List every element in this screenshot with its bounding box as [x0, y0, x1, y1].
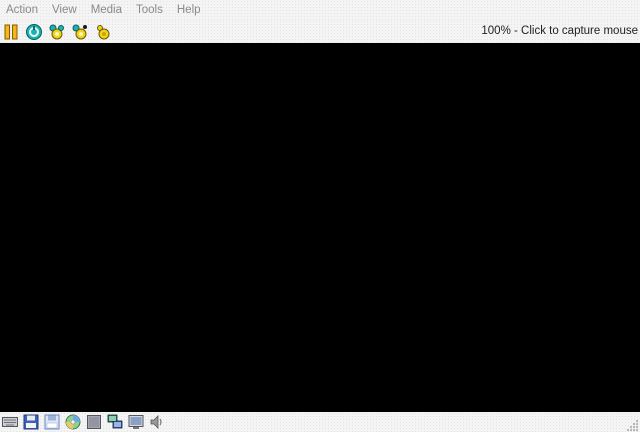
hard-disk-status[interactable] [85, 413, 103, 431]
menu-view[interactable]: View [45, 0, 84, 20]
sound-icon [150, 415, 162, 429]
keyboard-status[interactable] [1, 413, 19, 431]
floppy-drive-icon [23, 414, 39, 430]
capture-status-text[interactable]: 100% - Click to capture mouse [481, 20, 638, 43]
keyboard-icon [2, 417, 18, 427]
menu-help[interactable]: Help [170, 0, 208, 20]
ctrl-alt-del-button[interactable] [46, 21, 68, 43]
sound-status[interactable] [148, 413, 166, 431]
display-status[interactable] [127, 413, 145, 431]
network-icon [107, 414, 123, 429]
send-keys-button[interactable] [69, 21, 91, 43]
display-icon [128, 415, 144, 429]
status-bar [0, 412, 640, 432]
menu-tools[interactable]: Tools [129, 0, 170, 20]
send-keys-icon [72, 24, 87, 39]
vm-screen[interactable] [0, 43, 640, 412]
reset-icon [26, 23, 42, 40]
resize-grip-icon[interactable] [627, 419, 639, 431]
menu-media[interactable]: Media [84, 0, 129, 20]
toolbar: 100% - Click to capture mouse [0, 20, 640, 43]
reset-button[interactable] [23, 21, 45, 43]
ctrl-alt-del-icon [49, 24, 64, 39]
snapshot-button[interactable] [92, 21, 114, 43]
network-status[interactable] [106, 413, 124, 431]
pause-icon [4, 24, 18, 39]
floppy-disk-status[interactable] [43, 413, 61, 431]
menu-bar: Action View Media Tools Help [0, 0, 640, 20]
floppy-drive-status[interactable] [22, 413, 40, 431]
pause-button[interactable] [0, 21, 22, 43]
hard-disk-icon [87, 415, 101, 429]
cd-drive-status[interactable] [64, 413, 82, 431]
cd-drive-icon [65, 414, 81, 430]
snapshot-icon [97, 24, 110, 39]
floppy-disk-icon [44, 414, 60, 430]
menu-action[interactable]: Action [0, 0, 45, 20]
